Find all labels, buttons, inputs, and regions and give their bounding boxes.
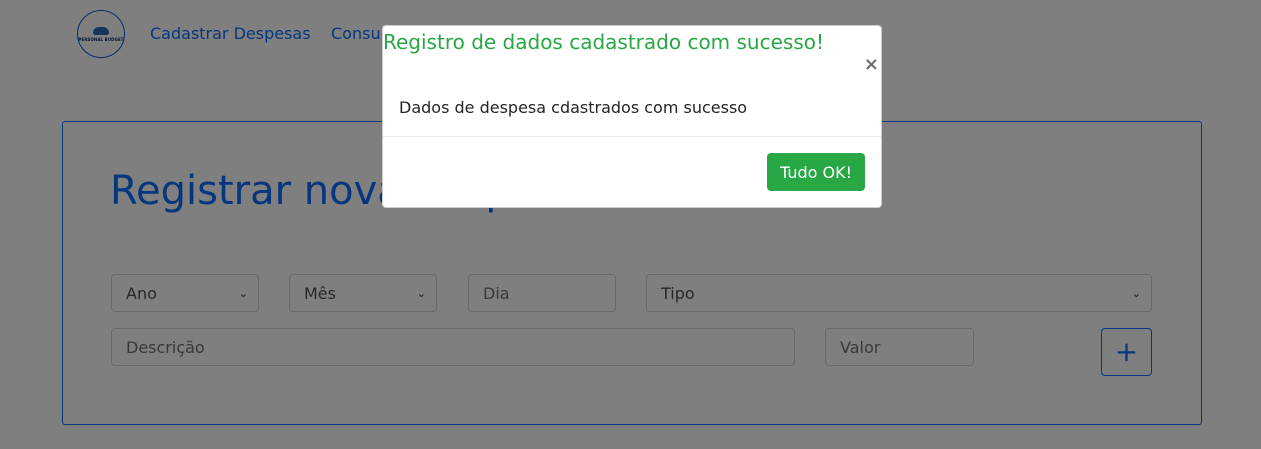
ok-button[interactable]: Tudo OK! (767, 153, 865, 191)
modal-footer-divider (383, 136, 881, 137)
modal-body-text: Dados de despesa cdastrados com sucesso (399, 98, 748, 117)
close-icon[interactable]: × (864, 56, 879, 74)
success-modal: Registro de dados cadastrado com sucesso… (382, 25, 882, 208)
modal-title: Registro de dados cadastrado com sucesso… (383, 30, 825, 54)
